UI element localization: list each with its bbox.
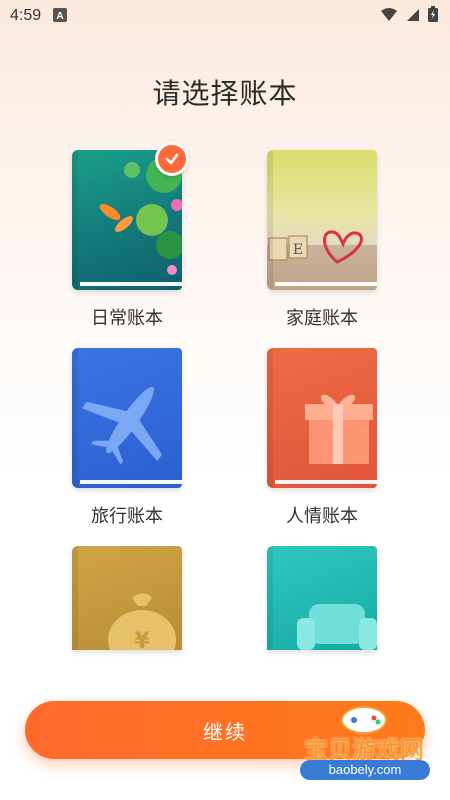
book-travel[interactable] (72, 348, 182, 488)
book-spine (72, 348, 78, 488)
svg-text:E: E (293, 242, 303, 258)
book-label: 人情账本 (286, 506, 358, 527)
book-gifts[interactable] (267, 348, 377, 488)
gift-icon (305, 394, 373, 464)
book-page-edge (275, 480, 377, 484)
selected-check-icon (155, 142, 189, 176)
continue-button-label: 继续 (203, 719, 247, 744)
book-label: 家庭账本 (286, 308, 358, 329)
book-money[interactable]: ¥ (72, 546, 182, 650)
money-bag-icon: ¥ (108, 593, 176, 650)
watermark-logo: 宝贝游戏网 baobely.com (284, 700, 444, 790)
watermark-domain: baobely.com (300, 760, 430, 780)
book-page-edge (275, 282, 377, 286)
love-blocks-cover-illustration: E (267, 230, 377, 290)
book-spine (267, 348, 273, 488)
book-page-edge (80, 282, 182, 286)
book-spine (267, 546, 273, 650)
sofa-icon (297, 604, 377, 650)
account-book-grid: 日常账本 E 家庭账本 旅行账本 人情账本 ¥ (0, 0, 450, 650)
book-label: 旅行账本 (91, 506, 163, 527)
book-spine (267, 150, 273, 290)
svg-text:¥: ¥ (134, 629, 150, 650)
book-home[interactable] (267, 546, 377, 650)
book-page-edge (80, 480, 182, 484)
book-spine (72, 546, 78, 650)
airplane-icon (81, 386, 162, 465)
book-spine (72, 150, 78, 290)
book-family[interactable]: E (267, 150, 377, 290)
book-label: 日常账本 (91, 308, 163, 329)
